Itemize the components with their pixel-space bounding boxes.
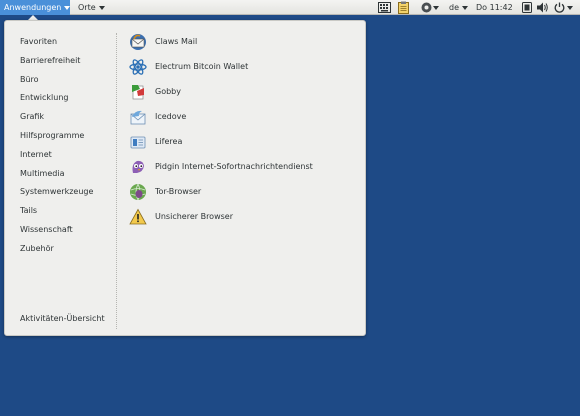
- chevron-down-icon[interactable]: [433, 0, 439, 15]
- category-wissenschaft[interactable]: Wissenschaft: [20, 221, 112, 240]
- clipboard-icon[interactable]: [398, 1, 409, 16]
- app-label: Liferea: [155, 137, 183, 146]
- gobby-icon: [129, 83, 147, 101]
- app-claws-mail[interactable]: Claws Mail: [129, 29, 359, 54]
- category-barrierefreiheit[interactable]: Barrierefreiheit: [20, 52, 112, 71]
- clock[interactable]: Do 11:42: [476, 0, 513, 15]
- volume-icon[interactable]: [537, 2, 549, 17]
- app-pidgin[interactable]: Pidgin Internet-Sofortnachrichtendienst: [129, 154, 359, 179]
- category-tails[interactable]: Tails: [20, 202, 112, 221]
- liferea-icon: [129, 133, 147, 151]
- category-zubehoer[interactable]: Zubehör: [20, 240, 112, 259]
- category-list: Favoriten Barrierefreiheit Büro Entwickl…: [20, 33, 112, 259]
- category-multimedia[interactable]: Multimedia: [20, 165, 112, 184]
- claws-mail-icon: [129, 33, 147, 51]
- chevron-down-icon[interactable]: [567, 0, 573, 15]
- app-unsafe-browser[interactable]: Unsicherer Browser: [129, 204, 359, 229]
- warning-icon: [129, 208, 147, 226]
- category-buero[interactable]: Büro: [20, 71, 112, 90]
- category-systemwerkzeuge[interactable]: Systemwerkzeuge: [20, 183, 112, 202]
- chevron-down-icon: [98, 5, 105, 10]
- screen-icon[interactable]: [522, 2, 532, 17]
- keyboard-icon[interactable]: [378, 2, 391, 17]
- places-menu-button[interactable]: Orte: [74, 0, 109, 15]
- category-internet[interactable]: Internet: [20, 146, 112, 165]
- keyboard-layout-label: de: [449, 3, 459, 12]
- tor-status-icon[interactable]: [421, 2, 432, 17]
- pidgin-icon: [129, 158, 147, 176]
- chevron-down-icon: [64, 5, 71, 10]
- applications-menu-popup: Favoriten Barrierefreiheit Büro Entwickl…: [4, 20, 366, 336]
- menu-divider: [116, 33, 117, 329]
- category-entwicklung[interactable]: Entwicklung: [20, 89, 112, 108]
- app-tor-browser[interactable]: Tor-Browser: [129, 179, 359, 204]
- app-label: Icedove: [155, 112, 187, 121]
- activities-overview-link[interactable]: Aktivitäten-Übersicht: [20, 314, 105, 323]
- keyboard-layout-indicator[interactable]: de: [449, 0, 468, 15]
- category-grafik[interactable]: Grafik: [20, 108, 112, 127]
- category-favoriten[interactable]: Favoriten: [20, 33, 112, 52]
- power-icon[interactable]: [554, 2, 565, 17]
- app-label: Unsicherer Browser: [155, 212, 233, 221]
- electrum-icon: [129, 58, 147, 76]
- tor-browser-icon: [129, 183, 147, 201]
- app-icedove[interactable]: Icedove: [129, 104, 359, 129]
- app-label: Tor-Browser: [155, 187, 202, 196]
- app-list: Claws Mail Electrum Bitcoin Wallet Gobby…: [129, 29, 359, 229]
- app-label: Pidgin Internet-Sofortnachrichtendienst: [155, 162, 313, 171]
- app-gobby[interactable]: Gobby: [129, 79, 359, 104]
- category-hilfsprogramme[interactable]: Hilfsprogramme: [20, 127, 112, 146]
- applications-menu-button[interactable]: Anwendungen: [0, 0, 71, 15]
- clock-label: Do 11:42: [476, 3, 513, 12]
- chevron-down-icon: [462, 5, 468, 10]
- app-label: Gobby: [155, 87, 181, 96]
- app-label: Electrum Bitcoin Wallet: [155, 62, 249, 71]
- top-panel: Anwendungen Orte de Do 11:42: [0, 0, 580, 15]
- icedove-icon: [129, 108, 147, 126]
- places-menu-label: Orte: [78, 3, 96, 12]
- applications-menu-label: Anwendungen: [4, 3, 62, 12]
- app-liferea[interactable]: Liferea: [129, 129, 359, 154]
- app-electrum[interactable]: Electrum Bitcoin Wallet: [129, 54, 359, 79]
- app-label: Claws Mail: [155, 37, 198, 46]
